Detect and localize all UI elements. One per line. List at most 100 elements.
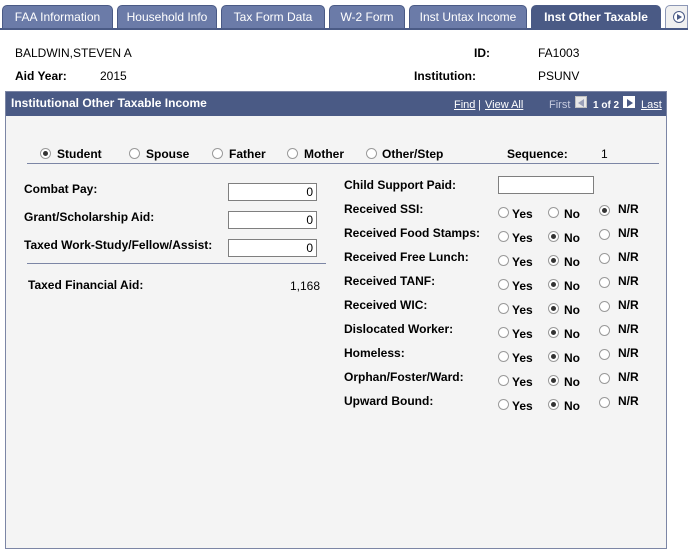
id-label: ID: [474,46,490,60]
dislocated-worker-no-radio[interactable] [548,327,559,338]
homeless-no-radio[interactable] [548,351,559,362]
tab-bar: FAA Information Household Info Tax Form … [0,0,688,30]
dislocated-worker-no-label: No [564,327,580,341]
received-tanf-yes-label: Yes [512,279,533,293]
received-ssi-no-radio[interactable] [548,207,559,218]
next-row-icon[interactable] [623,96,635,108]
received-tanf-no-radio[interactable] [548,279,559,290]
received-free-lunch-yes-radio[interactable] [498,255,509,266]
received-food-stamps-nr-radio[interactable] [599,229,610,240]
orphan-foster-ward-label: Orphan/Foster/Ward: [344,370,464,384]
dislocated-worker-yes-radio[interactable] [498,327,509,338]
received-free-lunch-no-label: No [564,255,580,269]
child-support-paid-input[interactable] [498,176,594,194]
homeless-no-label: No [564,351,580,365]
homeless-label: Homeless: [344,346,405,360]
upward-bound-no-radio[interactable] [548,399,559,410]
tab-underline [0,28,688,30]
sequence-value: 1 [601,147,608,161]
received-food-stamps-yes-radio[interactable] [498,231,509,242]
left-divider [27,263,326,264]
divider [27,163,659,164]
tab-inst-untax-income[interactable]: Inst Untax Income [409,5,527,29]
student-name: BALDWIN,STEVEN A [15,46,132,60]
other-step-radio-label: Other/Step [382,147,444,161]
upward-bound-nr-label: N/R [618,394,639,408]
taxed-work-study-label: Taxed Work-Study/Fellow/Assist: [24,238,213,252]
tab-faa-information[interactable]: FAA Information [2,5,113,29]
combat-pay-input[interactable] [228,183,317,201]
orphan-foster-ward-no-radio[interactable] [548,375,559,386]
received-free-lunch-nr-radio[interactable] [599,253,610,264]
institution-label: Institution: [414,69,476,83]
received-wic-nr-label: N/R [618,298,639,312]
father-radio[interactable] [212,148,223,159]
find-link[interactable]: Find [454,99,475,111]
spouse-radio-label: Spouse [146,147,190,161]
received-tanf-yes-radio[interactable] [498,279,509,290]
received-tanf-label: Received TANF: [344,274,436,288]
upward-bound-label: Upward Bound: [344,394,434,408]
homeless-nr-label: N/R [618,346,639,360]
tab-tax-form-data[interactable]: Tax Form Data [221,5,325,29]
taxed-financial-aid-value: 1,168 [290,279,321,293]
upward-bound-nr-radio[interactable] [599,397,610,408]
received-ssi-yes-radio[interactable] [498,207,509,218]
view-all-link[interactable]: View All [485,99,523,111]
homeless-yes-radio[interactable] [498,351,509,362]
institution-value: PSUNV [538,69,580,83]
received-tanf-no-label: No [564,279,580,293]
received-wic-no-label: No [564,303,580,317]
homeless-nr-radio[interactable] [599,349,610,360]
received-food-stamps-nr-label: N/R [618,226,639,240]
group-header: Institutional Other Taxable Income Find … [6,92,666,116]
received-ssi-no-label: No [564,207,580,221]
tab-inst-other-taxable[interactable]: Inst Other Taxable [531,5,661,29]
received-free-lunch-yes-label: Yes [512,255,533,269]
spouse-radio[interactable] [129,148,140,159]
other-step-radio[interactable] [366,148,377,159]
tab-scroll-right-button[interactable] [665,5,688,29]
upward-bound-no-label: No [564,399,580,413]
dislocated-worker-nr-label: N/R [618,322,639,336]
received-ssi-yes-label: Yes [512,207,533,221]
received-wic-no-radio[interactable] [548,303,559,314]
page-info: 1 of 2 [593,100,620,111]
last-link[interactable]: Last [641,99,662,111]
student-radio[interactable] [40,148,51,159]
link-separator: | [478,99,481,111]
received-wic-yes-radio[interactable] [498,303,509,314]
received-food-stamps-no-label: No [564,231,580,245]
dislocated-worker-nr-radio[interactable] [599,325,610,336]
grant-scholarship-aid-input[interactable] [228,211,317,229]
received-ssi-label: Received SSI: [344,202,424,216]
orphan-foster-ward-nr-radio[interactable] [599,373,610,384]
sequence-label: Sequence: [507,147,568,161]
received-free-lunch-label: Received Free Lunch: [344,250,469,264]
tab-w2-form[interactable]: W-2 Form [329,5,405,29]
father-radio-label: Father [229,147,266,161]
received-tanf-nr-radio[interactable] [599,277,610,288]
received-wic-label: Received WIC: [344,298,428,312]
received-ssi-nr-label: N/R [618,202,639,216]
tab-household-info[interactable]: Household Info [117,5,217,29]
received-free-lunch-no-radio[interactable] [548,255,559,266]
received-wic-yes-label: Yes [512,303,533,317]
grant-scholarship-aid-label: Grant/Scholarship Aid: [24,210,155,224]
received-food-stamps-yes-label: Yes [512,231,533,245]
upward-bound-yes-radio[interactable] [498,399,509,410]
child-support-paid-label: Child Support Paid: [344,178,456,192]
student-radio-label: Student [57,147,102,161]
combat-pay-label: Combat Pay: [24,182,98,196]
taxed-work-study-input[interactable] [228,239,317,257]
upward-bound-yes-label: Yes [512,399,533,413]
first-label: First [549,99,571,111]
aid-year-value: 2015 [100,69,127,83]
taxed-financial-aid-label: Taxed Financial Aid: [28,278,144,292]
received-ssi-nr-radio[interactable] [599,205,610,216]
received-wic-nr-radio[interactable] [599,301,610,312]
mother-radio[interactable] [287,148,298,159]
orphan-foster-ward-no-label: No [564,375,580,389]
orphan-foster-ward-yes-radio[interactable] [498,375,509,386]
received-food-stamps-no-radio[interactable] [548,231,559,242]
